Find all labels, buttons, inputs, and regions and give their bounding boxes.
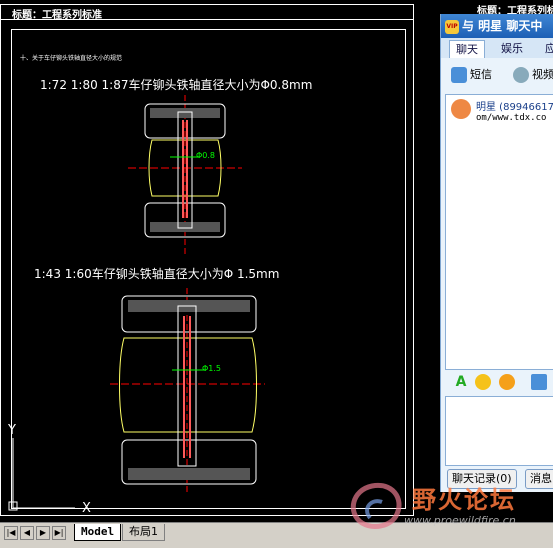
sms-label: 短信 bbox=[470, 68, 492, 81]
tab-apps[interactable]: 应 bbox=[539, 40, 553, 57]
ucs-axis-x: X bbox=[82, 501, 91, 516]
video-button[interactable]: 视频 bbox=[513, 66, 553, 83]
last-tab-button[interactable]: ▶| bbox=[52, 526, 66, 540]
message-input[interactable] bbox=[445, 396, 553, 466]
prev-tab-button[interactable]: ◀ bbox=[20, 526, 34, 540]
phone-icon bbox=[451, 67, 467, 83]
lower-assembly bbox=[110, 288, 265, 495]
cad-drawing-area[interactable]: 标题：工程系列标准 标题：工程系列标准 十、关于车仔铆头铁轴直径大小的规范 1:… bbox=[0, 0, 553, 522]
smiley-icon[interactable] bbox=[475, 374, 491, 390]
message-history[interactable]: 明星 (89946617) om/www.tdx.co bbox=[445, 94, 553, 370]
chat-tab-bar: 聊天 娱乐 应 bbox=[441, 38, 553, 58]
ucs-icon bbox=[8, 438, 75, 511]
first-tab-button[interactable]: |◀ bbox=[4, 526, 18, 540]
watermark: 野火论坛 www.proewildfire.cn bbox=[342, 478, 553, 538]
screenshot-icon[interactable] bbox=[531, 374, 547, 390]
magic-emoticon-icon[interactable] bbox=[499, 374, 515, 390]
ucs-axis-y: Y bbox=[7, 423, 16, 438]
tab-layout1[interactable]: 布局1 bbox=[122, 524, 165, 541]
chat-titlebar[interactable]: VIP 与 明星 聊天中 bbox=[441, 14, 553, 38]
sms-button[interactable]: 短信 bbox=[451, 66, 492, 83]
tab-entertainment[interactable]: 娱乐 bbox=[495, 40, 529, 57]
video-label: 视频 bbox=[532, 68, 553, 81]
vip-badge-icon: VIP bbox=[445, 19, 459, 34]
upper-assembly bbox=[128, 95, 242, 255]
wheel-axle-drawing: Φ0.8 Φ1.5 Y X bbox=[7, 95, 265, 516]
lower-body bbox=[119, 337, 257, 433]
message-text: om/www.tdx.co bbox=[476, 113, 547, 123]
format-toolbar: A bbox=[445, 370, 553, 394]
watermark-name: 野火论坛 bbox=[412, 485, 516, 514]
chat-title: 与 明星 聊天中 bbox=[462, 19, 543, 33]
chat-window[interactable]: VIP 与 明星 聊天中 聊天 娱乐 应 短信 视频 明星 (89946617) … bbox=[440, 14, 553, 492]
font-icon[interactable]: A bbox=[453, 374, 469, 390]
webcam-icon bbox=[513, 67, 529, 83]
dimension-lower: Φ1.5 bbox=[202, 364, 221, 373]
watermark-url: www.proewildfire.cn bbox=[404, 514, 516, 527]
next-tab-button[interactable]: ▶ bbox=[36, 526, 50, 540]
contact-name: 明星 (89946617) bbox=[476, 102, 553, 113]
flame-logo-icon bbox=[350, 482, 402, 529]
chat-toolbar: 短信 视频 bbox=[441, 60, 553, 92]
tab-chat[interactable]: 聊天 bbox=[449, 40, 485, 58]
avatar bbox=[451, 99, 471, 119]
tab-model[interactable]: Model bbox=[74, 524, 122, 541]
dimension-upper: Φ0.8 bbox=[196, 151, 215, 160]
